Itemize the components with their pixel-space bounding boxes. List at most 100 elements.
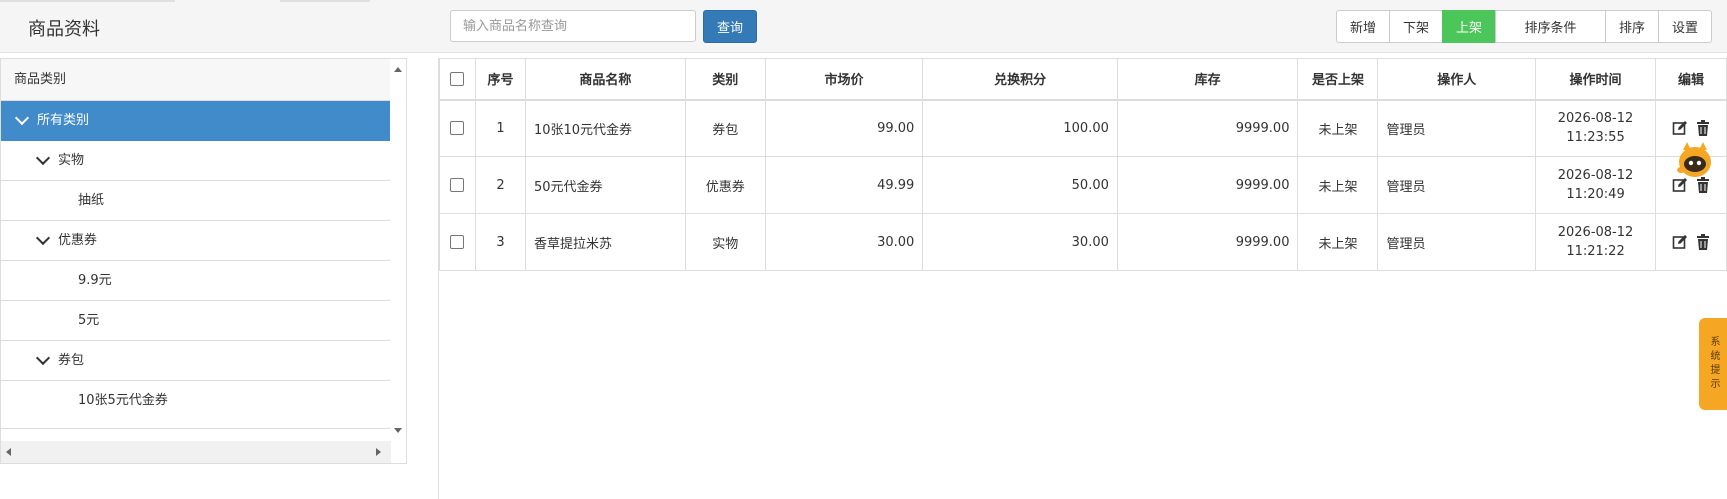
chevron-down-icon <box>35 230 51 246</box>
tree-horizontal-scrollbar[interactable] <box>1 441 391 463</box>
cell-price: 49.99 <box>764 156 924 214</box>
date-text: 2026-08-12 <box>1557 225 1634 240</box>
column-header: 编辑 <box>1654 58 1727 101</box>
tree-header: 商品类别 <box>1 59 390 101</box>
select-all-header[interactable] <box>439 58 476 101</box>
scroll-up-arrow-icon[interactable] <box>394 67 402 72</box>
chevron-down-icon <box>35 350 51 366</box>
chevron-down-icon <box>35 150 51 166</box>
cell-operator: 管理员 <box>1377 156 1537 214</box>
settings-button[interactable]: 设置 <box>1658 10 1712 43</box>
chevron-down-icon <box>14 110 30 126</box>
date-text: 2026-08-12 <box>1557 168 1634 183</box>
tree-node-label: 优惠券 <box>58 233 98 248</box>
cell-name: 50元代金券 <box>524 156 686 214</box>
tree-node-10x5-voucher[interactable]: 10张5元代金券 <box>1 381 390 421</box>
column-header[interactable]: 库存 <box>1116 58 1299 101</box>
cell-operator: 管理员 <box>1377 213 1537 271</box>
category-tree: 商品类别 所有类别 实物 抽纸 优惠券 9.9元 5元 券包 10张5元代金券 <box>1 59 391 429</box>
cell-no: 2 <box>474 156 526 214</box>
edit-icon[interactable] <box>1672 234 1688 250</box>
sort-button[interactable]: 排序 <box>1605 10 1659 43</box>
tree-node-label: 抽纸 <box>78 193 105 208</box>
time-text: 11:21:22 <box>1566 244 1625 259</box>
column-header[interactable]: 兑换积分 <box>922 58 1118 101</box>
delist-button[interactable]: 下架 <box>1389 10 1443 43</box>
query-button[interactable]: 查询 <box>703 10 757 43</box>
cell-name: 10张10元代金券 <box>524 99 686 157</box>
cell-listed: 未上架 <box>1297 156 1379 214</box>
row-select-cell[interactable] <box>439 213 476 271</box>
assistant-mascot-icon[interactable] <box>1673 140 1715 182</box>
select-all-checkbox[interactable] <box>450 71 465 86</box>
tree-node-9-9-yuan[interactable]: 9.9元 <box>1 261 390 301</box>
tree-node-voucher-packs[interactable]: 券包 <box>1 341 390 381</box>
table-row[interactable]: 1 10张10元代金券 券包 99.00 100.00 9999.00 未上架 … <box>439 99 1727 157</box>
row-checkbox[interactable] <box>450 235 465 249</box>
product-table: 序号 商品名称 类别 市场价 兑换积分 库存 是否上架 操作人 操作时间 编辑 … <box>439 58 1727 271</box>
cell-time: 2026-08-12 11:20:49 <box>1535 156 1656 214</box>
search-input[interactable] <box>450 10 696 42</box>
page-title: 商品资料 <box>28 19 100 40</box>
cell-points: 50.00 <box>922 156 1118 214</box>
scroll-left-arrow-icon[interactable] <box>6 448 11 456</box>
tree-node-tissue[interactable]: 抽纸 <box>1 181 390 221</box>
top-bar: 商品资料 查询 新增 下架 上架 排序条件 排序 设置 <box>0 0 1727 53</box>
tree-node-physical[interactable]: 实物 <box>1 141 390 181</box>
column-header[interactable]: 是否上架 <box>1297 58 1379 101</box>
tab-strip-line <box>0 0 175 2</box>
tree-node-coupons[interactable]: 优惠券 <box>1 221 390 261</box>
cell-no: 3 <box>474 213 526 271</box>
cell-points: 30.00 <box>922 213 1118 271</box>
tree-node-label: 所有类别 <box>37 113 90 128</box>
cell-stock: 9999.00 <box>1116 213 1299 271</box>
sort-conditions-button[interactable]: 排序条件 <box>1495 10 1606 43</box>
column-header[interactable]: 序号 <box>474 58 526 101</box>
tree-node-5-yuan[interactable]: 5元 <box>1 301 390 341</box>
row-checkbox[interactable] <box>450 178 465 192</box>
tree-node-label: 实物 <box>58 153 85 168</box>
cell-points: 100.00 <box>922 99 1118 157</box>
system-tip-tab[interactable]: 系统提示 <box>1699 318 1727 410</box>
table-row[interactable]: 3 香草提拉米苏 实物 30.00 30.00 9999.00 未上架 管理员 … <box>439 213 1727 271</box>
cell-edit <box>1654 213 1727 271</box>
time-text: 11:23:55 <box>1566 130 1625 146</box>
tree-vertical-scrollbar[interactable] <box>390 59 406 441</box>
trash-icon[interactable] <box>1696 234 1710 250</box>
cell-stock: 9999.00 <box>1116 156 1299 214</box>
cell-category: 优惠券 <box>684 156 766 214</box>
scroll-down-arrow-icon[interactable] <box>394 428 402 433</box>
column-header[interactable]: 类别 <box>684 58 766 101</box>
row-select-cell[interactable] <box>439 156 476 214</box>
tree-node-label: 10张5元代金券 <box>78 393 168 408</box>
product-grid-panel: 序号 商品名称 类别 市场价 兑换积分 库存 是否上架 操作人 操作时间 编辑 … <box>438 58 1727 499</box>
row-select-cell[interactable] <box>439 99 476 157</box>
cell-category: 券包 <box>684 99 766 157</box>
tree-node-label: 5元 <box>78 313 100 328</box>
column-header[interactable]: 操作时间 <box>1535 58 1656 101</box>
add-button[interactable]: 新增 <box>1336 10 1390 43</box>
cell-listed: 未上架 <box>1297 213 1379 271</box>
cell-operator: 管理员 <box>1377 99 1537 157</box>
column-header[interactable]: 操作人 <box>1377 58 1537 101</box>
cell-time: 2026-08-12 11:21:22 <box>1535 213 1656 271</box>
category-tree-panel: 商品类别 所有类别 实物 抽纸 优惠券 9.9元 5元 券包 10张5元代金券 <box>0 58 407 464</box>
cell-category: 实物 <box>684 213 766 271</box>
cell-price: 99.00 <box>764 99 924 157</box>
scroll-right-arrow-icon[interactable] <box>376 448 381 456</box>
tree-node-label: 券包 <box>58 353 85 368</box>
column-header[interactable]: 市场价 <box>764 58 924 101</box>
cell-no: 1 <box>474 99 526 157</box>
edit-icon[interactable] <box>1672 120 1688 136</box>
tree-node-all-categories[interactable]: 所有类别 <box>1 101 390 141</box>
trash-icon[interactable] <box>1696 120 1710 137</box>
table-header-row: 序号 商品名称 类别 市场价 兑换积分 库存 是否上架 操作人 操作时间 编辑 <box>439 58 1727 101</box>
row-checkbox[interactable] <box>450 121 465 136</box>
tree-node-label: 9.9元 <box>78 273 112 288</box>
date-text: 2026-08-12 <box>1557 111 1634 127</box>
time-text: 11:20:49 <box>1566 187 1625 202</box>
column-header[interactable]: 商品名称 <box>524 58 686 101</box>
list-button[interactable]: 上架 <box>1442 10 1496 43</box>
tab-strip-line <box>280 0 370 2</box>
table-row[interactable]: 2 50元代金券 优惠券 49.99 50.00 9999.00 未上架 管理员… <box>439 156 1727 214</box>
